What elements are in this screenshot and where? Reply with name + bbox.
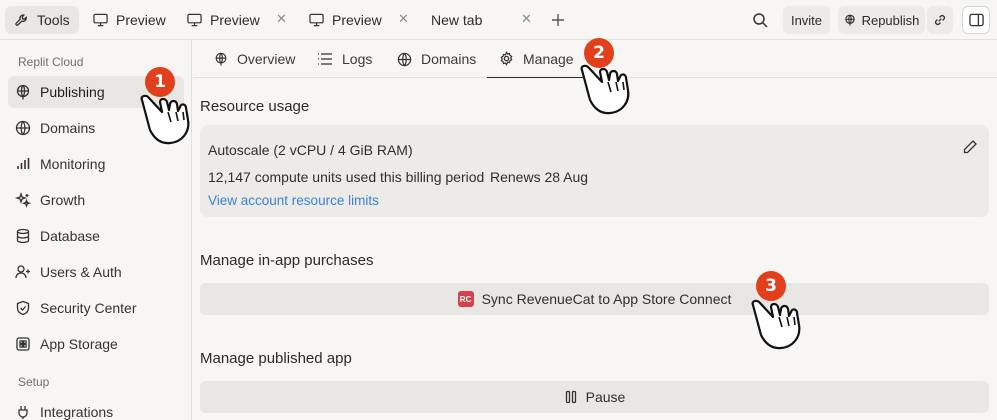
sidebar-item-label: Integrations [40, 404, 114, 420]
top-bar: Tools Preview Preview ✕ Preview ✕ New ta… [0, 0, 997, 40]
sidebar-item-label: App Storage [40, 336, 118, 352]
resource-limits-link[interactable]: View account resource limits [208, 193, 379, 208]
monitor-icon [93, 13, 108, 27]
sidebar-item-label: Growth [40, 192, 86, 208]
renews-text: Renews 28 Aug [490, 169, 589, 185]
published-app-heading: Manage published app [200, 350, 352, 367]
invite-label: Invite [790, 12, 823, 28]
tab-close-icon[interactable]: ✕ [398, 11, 409, 27]
users-icon [15, 265, 30, 279]
invite-button[interactable]: Invite [783, 6, 830, 34]
integrations-icon [18, 406, 28, 419]
sidebar-item-label: Monitoring [40, 156, 106, 172]
sync-revenuecat-label: Sync RevenueCat to App Store Connect [481, 291, 732, 307]
pointing-hand-icon [140, 94, 190, 145]
tab-label: Preview [332, 12, 382, 28]
globe-icon [397, 52, 412, 66]
sidebar-item-label: Publishing [40, 84, 105, 100]
sync-revenuecat-button[interactable]: RC Sync RevenueCat to App Store Connect [200, 283, 989, 315]
pointing-hand-icon [580, 64, 630, 115]
tab-preview-2[interactable]: Preview [187, 6, 260, 34]
toggle-panel-button[interactable] [962, 6, 990, 34]
sidebar-item-monitoring[interactable]: Monitoring [8, 148, 184, 180]
storage-icon [16, 337, 30, 351]
republish-label: Republish [861, 12, 920, 28]
pointing-hand-icon [751, 299, 801, 350]
tab-label: Logs [342, 51, 373, 67]
sidebar-item-label: Security Center [40, 300, 137, 316]
sidebar-item-label: Users & Auth [40, 264, 122, 280]
tab-close-icon[interactable]: ✕ [521, 11, 532, 27]
publish-icon [16, 84, 30, 100]
pause-icon [565, 390, 576, 404]
tab-overview[interactable]: Overview [214, 40, 295, 78]
tab-manage[interactable]: Manage [487, 40, 583, 78]
sidebar-item-integrations[interactable]: Integrations [8, 396, 184, 420]
wrench-icon [15, 13, 27, 26]
revenuecat-icon: RC [457, 291, 474, 307]
plus-icon [552, 14, 564, 26]
tools-label: Tools [37, 12, 70, 28]
monitor-icon [309, 13, 324, 27]
tab-new-tab[interactable]: New tab [431, 6, 482, 34]
tab-logs[interactable]: Logs [317, 40, 372, 78]
sidebar-panel-icon [968, 13, 984, 27]
tab-label: Preview [116, 12, 166, 28]
pause-label: Pause [585, 389, 626, 405]
shield-icon [16, 300, 30, 316]
sidebar-section-replit-cloud: Replit Cloud [18, 55, 84, 69]
tab-preview-3[interactable]: Preview [309, 6, 382, 34]
resource-usage-heading: Resource usage [200, 98, 310, 115]
tab-preview-1[interactable]: Preview [93, 6, 166, 34]
globe-icon [15, 120, 31, 136]
tab-domains[interactable]: Domains [397, 40, 476, 78]
sidebar-item-database[interactable]: Database [8, 220, 184, 252]
tab-label: Domains [421, 51, 477, 67]
sidebar-item-label: Domains [40, 120, 96, 136]
search-icon [753, 13, 768, 28]
add-tab-button[interactable] [551, 6, 565, 34]
tab-close-icon[interactable]: ✕ [276, 11, 287, 27]
sidebar-section-setup: Setup [18, 375, 50, 389]
publish-icon [844, 14, 855, 26]
in-app-purchases-heading: Manage in-app purchases [200, 252, 374, 269]
database-icon [16, 228, 30, 244]
sidebar-item-app-storage[interactable]: App Storage [8, 328, 184, 360]
gear-icon [500, 51, 513, 66]
edit-plan-button[interactable] [962, 139, 978, 160]
usage-text: 12,147 compute units used this billing p… [208, 169, 485, 185]
plan-text: Autoscale (2 vCPU / 4 GiB RAM) [208, 142, 413, 158]
republish-button[interactable]: Republish [838, 6, 925, 34]
sidebar-item-growth[interactable]: Growth [8, 184, 184, 216]
pencil-icon [963, 140, 977, 154]
tab-label: Overview [237, 51, 296, 67]
search-button[interactable] [752, 6, 768, 34]
publish-icon [215, 52, 227, 66]
tab-label: Manage [523, 50, 574, 67]
growth-icon [15, 192, 31, 208]
sidebar-item-label: Database [40, 228, 100, 244]
pause-button[interactable]: Pause [200, 381, 989, 413]
sidebar-item-users-auth[interactable]: Users & Auth [8, 256, 184, 288]
tab-label: Preview [210, 12, 260, 28]
tools-button[interactable]: Tools [5, 6, 79, 34]
link-icon [935, 15, 945, 25]
monitor-icon [187, 13, 202, 27]
monitoring-icon [17, 158, 30, 169]
sidebar-item-security-center[interactable]: Security Center [8, 292, 184, 324]
resource-usage-card: Autoscale (2 vCPU / 4 GiB RAM) 12,147 co… [200, 125, 989, 217]
tab-label: New tab [431, 12, 483, 28]
copy-link-button[interactable] [927, 6, 953, 34]
list-icon [318, 53, 332, 65]
